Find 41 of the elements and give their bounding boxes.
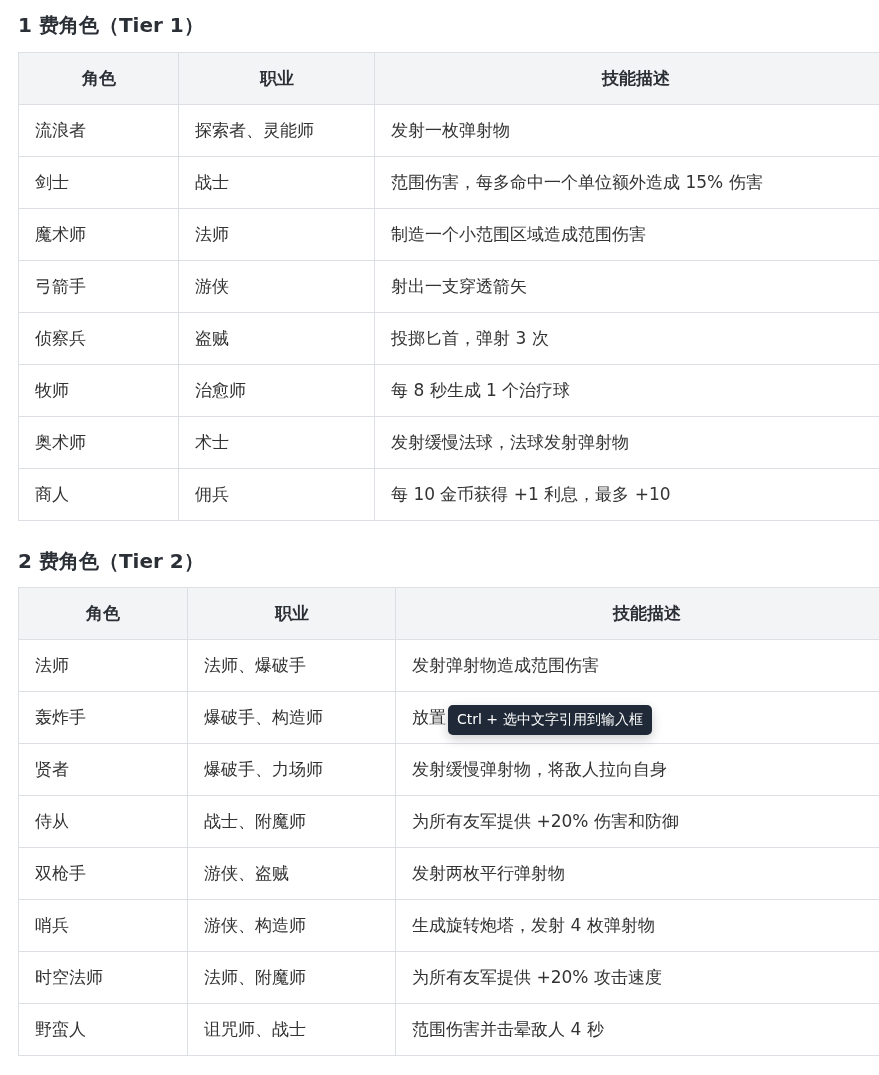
column-header: 技能描述 [374, 52, 879, 105]
column-header: 技能描述 [395, 587, 879, 640]
table-cell: 商人 [18, 468, 179, 521]
table-cell: 盗贼 [178, 312, 375, 365]
table-cell: 轰炸手 [18, 691, 188, 744]
table-cell: 术士 [178, 416, 375, 469]
section-heading: 1 费角色（Tier 1） [18, 12, 205, 39]
table-cell: 法师 [18, 639, 188, 692]
table-cell: 法师、爆破手 [187, 639, 396, 692]
section-heading: 2 费角色（Tier 2） [18, 548, 205, 575]
column-header: 角色 [18, 587, 188, 640]
table-cell: 战士、附魔师 [187, 795, 396, 848]
table-cell: 牧师 [18, 364, 179, 417]
table-cell: 哨兵 [18, 899, 188, 952]
table-cell: 双枪手 [18, 847, 188, 900]
table-cell: 诅咒师、战士 [187, 1003, 396, 1056]
table-cell: 游侠 [178, 260, 375, 313]
table-cell: 奥术师 [18, 416, 179, 469]
column-header: 职业 [178, 52, 375, 105]
table-cell: 魔术师 [18, 208, 179, 261]
table-cell: 野蛮人 [18, 1003, 188, 1056]
table-cell: 爆破手、力场师 [187, 743, 396, 796]
table-cell: 剑士 [18, 156, 179, 209]
table-cell: 贤者 [18, 743, 188, 796]
table-cell: 探索者、灵能师 [178, 104, 375, 157]
table-cell: 流浪者 [18, 104, 179, 157]
table-cell: 弓箭手 [18, 260, 179, 313]
table-cell: 侍从 [18, 795, 188, 848]
table-cell: 法师 [178, 208, 375, 261]
table-cell: 战士 [178, 156, 375, 209]
table-cell: 法师、附魔师 [187, 951, 396, 1004]
table-cell: 爆破手、构造师 [187, 691, 396, 744]
column-header: 职业 [187, 587, 396, 640]
tooltip: Ctrl + 选中文字引用到输入框 [448, 705, 652, 735]
table-cell: 游侠、构造师 [187, 899, 396, 952]
table-cell: 佣兵 [178, 468, 375, 521]
column-header: 角色 [18, 52, 179, 105]
table-cell: 侦察兵 [18, 312, 179, 365]
table-cell: 游侠、盗贼 [187, 847, 396, 900]
table-cell: 治愈师 [178, 364, 375, 417]
table-cell: 时空法师 [18, 951, 188, 1004]
